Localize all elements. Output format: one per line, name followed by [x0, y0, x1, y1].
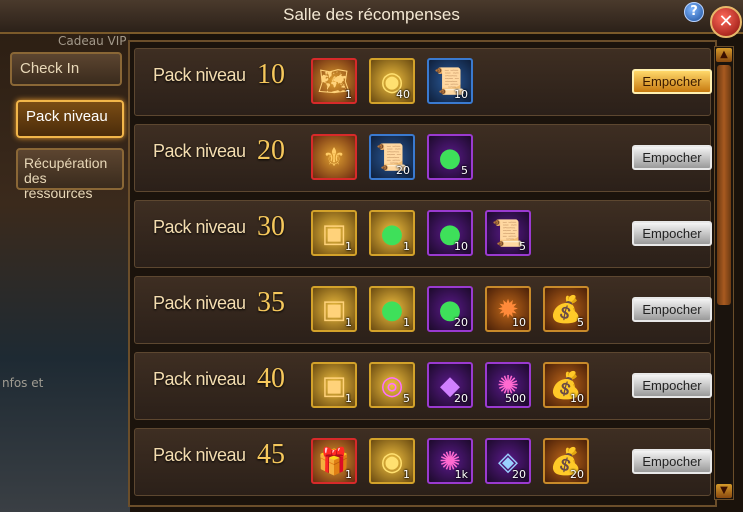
reward-item[interactable]: ◎ 5: [369, 362, 415, 408]
reward-item[interactable]: ▣ 1: [311, 286, 357, 332]
reward-item[interactable]: ◈ 20: [485, 438, 531, 484]
reward-item[interactable]: 💰 10: [543, 362, 589, 408]
reward-item[interactable]: 💰 20: [543, 438, 589, 484]
reward-item[interactable]: 💰 5: [543, 286, 589, 332]
pack-label: Pack niveau: [153, 293, 246, 313]
close-icon[interactable]: ✕: [710, 6, 742, 38]
reward-count: 40: [396, 88, 410, 101]
reward-count: 10: [454, 88, 468, 101]
reward-count: 1: [345, 88, 352, 101]
sidebar-item-pack-niveau[interactable]: Pack niveau: [16, 100, 124, 138]
scroll-down-icon[interactable]: ▼: [716, 484, 732, 498]
pack-label: Pack niveau: [153, 141, 246, 161]
pack-row-30: Pack niveau 30 ▣ 1 ● 1 ● 10 📜 5 Empocher: [134, 200, 712, 268]
sidebar-item-label: Check In: [20, 60, 80, 77]
reward-count: 1: [345, 392, 352, 405]
reward-count: 10: [570, 392, 584, 405]
reward-count: 500: [505, 392, 526, 405]
reward-item[interactable]: ● 10: [427, 210, 473, 256]
reward-item[interactable]: ◆ 20: [427, 362, 473, 408]
empocher-button[interactable]: Empocher: [632, 145, 712, 170]
reward-item[interactable]: 🎁 1: [311, 438, 357, 484]
pack-level-number: 10: [257, 59, 285, 90]
pack-label: Pack niveau: [153, 369, 246, 389]
reward-item[interactable]: ● 1: [369, 210, 415, 256]
reward-count: 20: [454, 316, 468, 329]
window-titlebar: Salle des récompenses: [0, 0, 743, 34]
pack-label: Pack niveau: [153, 445, 246, 465]
reward-item[interactable]: ✺ 500: [485, 362, 531, 408]
reward-item[interactable]: ◉ 1: [369, 438, 415, 484]
pack-row-40: Pack niveau 40 ▣ 1 ◎ 5 ◆ 20 ✺ 500 💰 10 Empocher: [134, 352, 712, 420]
reward-item[interactable]: 📜 5: [485, 210, 531, 256]
pack-level-number: 35: [257, 287, 285, 318]
reward-item[interactable]: ● 5: [427, 134, 473, 180]
empocher-button[interactable]: Empocher: [632, 221, 712, 246]
scrollbar[interactable]: ▲ ▼: [714, 46, 734, 500]
reward-item[interactable]: ● 20: [427, 286, 473, 332]
reward-count: 5: [403, 392, 410, 405]
reward-item[interactable]: ✺ 1k: [427, 438, 473, 484]
reward-count: 5: [519, 240, 526, 253]
empocher-button[interactable]: Empocher: [632, 297, 712, 322]
pack-level-number: 20: [257, 135, 285, 166]
reward-count: 10: [454, 240, 468, 253]
reward-count: 1: [345, 316, 352, 329]
help-icon[interactable]: ?: [684, 2, 704, 22]
reward-count: 10: [512, 316, 526, 329]
reward-count: 1: [403, 240, 410, 253]
reward-count: 20: [454, 392, 468, 405]
scroll-up-icon[interactable]: ▲: [716, 48, 732, 62]
reward-item[interactable]: ▣ 1: [311, 362, 357, 408]
emblem-icon: ⚜: [322, 143, 346, 173]
reward-item[interactable]: ● 1: [369, 286, 415, 332]
empocher-button[interactable]: Empocher: [632, 449, 712, 474]
reward-count: 5: [577, 316, 584, 329]
reward-count: 1: [345, 468, 352, 481]
reward-count: 5: [461, 164, 468, 177]
pack-list-panel: Pack niveau 10 🗺 1 ◉ 40 📜 10 Empocher Pack niveau…: [128, 40, 717, 507]
reward-item[interactable]: ⚜: [311, 134, 357, 180]
pack-row-10: Pack niveau 10 🗺 1 ◉ 40 📜 10 Empocher: [134, 48, 712, 116]
pack-level-number: 45: [257, 439, 285, 470]
pack-row-35: Pack niveau 35 ▣ 1 ● 1 ● 20 ✹ 10 💰 5 Empocher: [134, 276, 712, 344]
reward-hall-window: Salle des récompenses ? ✕ Check In Pack …: [0, 0, 743, 512]
reward-item[interactable]: 📜 20: [369, 134, 415, 180]
window-title: Salle des récompenses: [283, 5, 460, 24]
reward-count: 1: [403, 468, 410, 481]
pack-level-number: 40: [257, 363, 285, 394]
reward-count: 1: [403, 316, 410, 329]
sidebar-item-recuperation[interactable]: Récupération des ressources: [16, 148, 124, 201]
reward-count: 1: [345, 240, 352, 253]
scroll-thumb[interactable]: [717, 65, 731, 305]
empocher-button[interactable]: Empocher: [632, 373, 712, 398]
pack-row-20: Pack niveau 20 ⚜ 📜 20 ● 5 Empocher: [134, 124, 712, 192]
reward-item[interactable]: ▣ 1: [311, 210, 357, 256]
reward-count: 20: [512, 468, 526, 481]
reward-item[interactable]: 📜 10: [427, 58, 473, 104]
pack-level-number: 30: [257, 211, 285, 242]
sidebar-item-label: Récupération des ressources: [24, 155, 108, 201]
reward-count: 1k: [454, 468, 468, 481]
pack-label: Pack niveau: [153, 65, 246, 85]
pack-row-45: Pack niveau 45 🎁 1 ◉ 1 ✺ 1k ◈ 20 💰 20 Empocher: [134, 428, 712, 496]
reward-count: 20: [396, 164, 410, 177]
pack-label: Pack niveau: [153, 217, 246, 237]
reward-item[interactable]: ✹ 10: [485, 286, 531, 332]
reward-item[interactable]: 🗺 1: [311, 58, 357, 104]
reward-count: 20: [570, 468, 584, 481]
empocher-button[interactable]: Empocher: [632, 69, 712, 94]
reward-item[interactable]: ◉ 40: [369, 58, 415, 104]
sidebar-item-label: Pack niveau: [26, 108, 108, 125]
sidebar-item-check-in[interactable]: Check In: [10, 52, 122, 86]
